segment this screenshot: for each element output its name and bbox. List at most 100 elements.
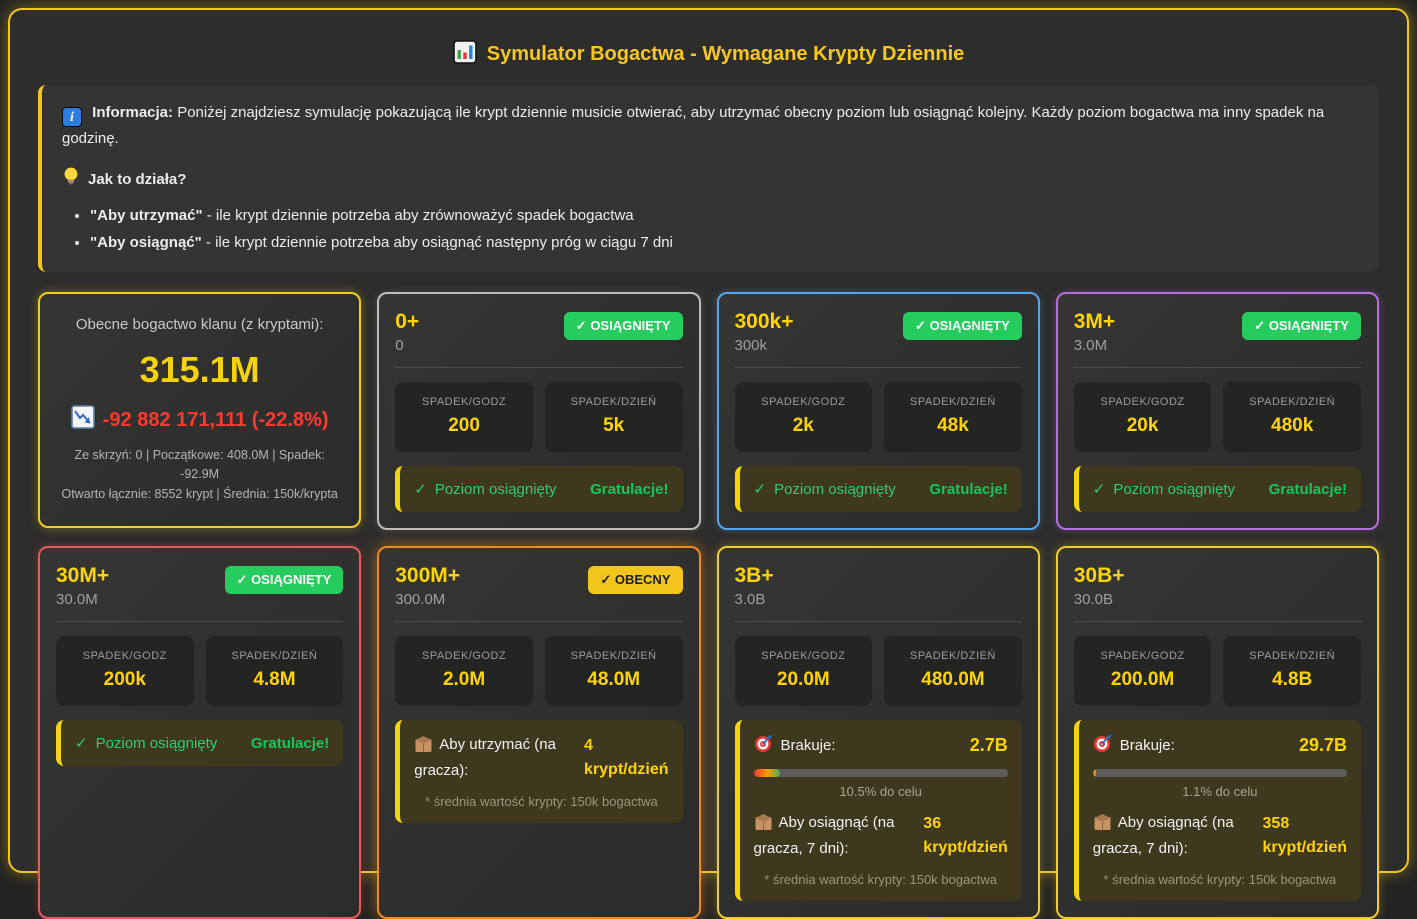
missing-value: 2.7B — [970, 735, 1008, 756]
check-icon: ✓ — [237, 572, 248, 587]
card-threshold: 30.0M — [56, 591, 109, 608]
how-it-works-list: "Aby utrzymać" - ile krypt dziennie potr… — [90, 204, 1359, 255]
achieve-label: Aby osiągnąć (na gracza, 7 dni): — [1093, 814, 1234, 857]
card-threshold: 0 — [395, 337, 419, 354]
card-threshold: 300.0M — [395, 591, 460, 608]
card-threshold: 3.0M — [1074, 337, 1115, 354]
maintain-label: Aby utrzymać (na gracza): — [414, 736, 556, 779]
divider — [1074, 367, 1361, 368]
note-text: * średnia wartość krypty: 150k bogactwa — [414, 794, 668, 809]
status-badge: ✓ OBECNY — [588, 566, 682, 594]
target-icon — [754, 734, 773, 757]
achieved-text: Poziom osiągnięty — [774, 481, 896, 498]
divider — [395, 621, 682, 622]
wealth-label: Obecne bogactwo klanu (z kryptami): — [54, 316, 345, 333]
stat-value: 2.0M — [401, 669, 527, 691]
missing-label-row: Brakuje: — [754, 734, 836, 757]
stat-label: SPADEK/GODZ — [741, 396, 867, 408]
cards-grid: Obecne bogactwo klanu (z kryptami): 315.… — [38, 292, 1379, 919]
achieved-box: ✓Poziom osiągnięty Gratulacje! — [1074, 466, 1361, 512]
wealth-detail-1: Ze skrzyń: 0 | Początkowe: 408.0M | Spad… — [54, 446, 345, 485]
achieved-box: ✓Poziom osiągnięty Gratulacje! — [395, 466, 682, 512]
target-icon — [1093, 734, 1112, 757]
info-icon: i — [62, 107, 82, 127]
bulb-icon — [62, 166, 80, 193]
wealth-change-row: -92 882 171,111 (-22.8%) — [54, 405, 345, 435]
achieve-value: 36 krypt/dzień — [923, 812, 1007, 860]
check-icon: ✓ — [1093, 480, 1106, 498]
stat-value: 200.0M — [1080, 669, 1206, 691]
stat-value: 200k — [62, 669, 188, 691]
missing-label: Brakuje: — [1120, 737, 1175, 754]
bar-chart-icon — [453, 40, 477, 69]
stat-label: SPADEK/GODZ — [401, 650, 527, 662]
stat-label: SPADEK/DZIEŃ — [1229, 650, 1355, 662]
achieve-value: 358 krypt/dzień — [1263, 812, 1347, 860]
chart-decreasing-icon — [71, 405, 95, 435]
level-card-3b: 3B+ 3.0B SPADEK/GODZ 20.0M SPADEK/DZIEŃ … — [717, 546, 1040, 919]
divider — [1074, 621, 1361, 622]
bullet-item: "Aby utrzymać" - ile krypt dziennie potr… — [90, 204, 1359, 227]
level-card-300m-current: 300M+ 300.0M ✓ OBECNY SPADEK/GODZ 2.0M S… — [377, 546, 700, 919]
stat-drop-hour: SPADEK/GODZ 2k — [735, 382, 873, 452]
note-text: * średnia wartość krypty: 150k bogactwa — [1093, 872, 1347, 887]
page-title: Symulator Bogactwa - Wymagane Krypty Dzi… — [487, 43, 965, 66]
stat-drop-hour: SPADEK/GODZ 2.0M — [395, 636, 533, 706]
divider — [395, 367, 682, 368]
stat-value: 200 — [401, 415, 527, 437]
stat-value: 480k — [1229, 415, 1355, 437]
progress-box: Brakuje: 29.7B 1.1% do celu Aby osiągnąć… — [1074, 720, 1361, 901]
stat-value: 20.0M — [741, 669, 867, 691]
stat-drop-hour: SPADEK/GODZ 20.0M — [735, 636, 873, 706]
achieved-box: ✓Poziom osiągnięty Gratulacje! — [735, 466, 1022, 512]
status-badge: ✓ OSIĄGNIĘTY — [225, 566, 344, 594]
maintain-value: 4 krypt/dzień — [584, 734, 668, 782]
level-card-300k: 300k+ 300k ✓ OSIĄGNIĘTY SPADEK/GODZ 2k S… — [717, 292, 1040, 530]
stat-drop-day: SPADEK/DZIEŃ 5k — [545, 382, 683, 452]
package-icon — [754, 813, 773, 838]
bullet-desc: - ile krypt dziennie potrzeba aby zrówno… — [203, 207, 634, 224]
stat-value: 4.8B — [1229, 669, 1355, 691]
wealth-value: 315.1M — [54, 349, 345, 391]
stat-drop-day: SPADEK/DZIEŃ 48k — [884, 382, 1022, 452]
progress-box: Brakuje: 2.7B 10.5% do celu Aby osiągnąć… — [735, 720, 1022, 901]
stat-value: 480.0M — [890, 669, 1016, 691]
status-badge: ✓ OSIĄGNIĘTY — [564, 312, 683, 340]
congrats-text: Gratulacje! — [929, 481, 1007, 498]
card-title: 300M+ — [395, 564, 460, 588]
wealth-detail-2: Otwarto łącznie: 8552 krypt | Średnia: 1… — [54, 485, 345, 504]
progress-track — [754, 769, 1008, 777]
stat-label: SPADEK/GODZ — [401, 396, 527, 408]
congrats-text: Gratulacje! — [590, 481, 668, 498]
note-text: * średnia wartość krypty: 150k bogactwa — [754, 872, 1008, 887]
stat-drop-day: SPADEK/DZIEŃ 48.0M — [545, 636, 683, 706]
check-icon: ✓ — [600, 572, 611, 587]
congrats-text: Gratulacje! — [251, 735, 329, 752]
wealth-details: Ze skrzyń: 0 | Początkowe: 408.0M | Spad… — [54, 446, 345, 504]
achieve-label-row: Aby osiągnąć (na gracza, 7 dni): — [1093, 812, 1253, 860]
card-title: 30M+ — [56, 564, 109, 588]
package-icon — [414, 735, 433, 760]
card-threshold: 30.0B — [1074, 591, 1125, 608]
stat-label: SPADEK/GODZ — [741, 650, 867, 662]
progress-text: 10.5% do celu — [754, 784, 1008, 799]
stat-label: SPADEK/DZIEŃ — [551, 650, 677, 662]
card-title: 30B+ — [1074, 564, 1125, 588]
maintain-box: Aby utrzymać (na gracza): 4 krypt/dzień … — [395, 720, 682, 823]
progress-track — [1093, 769, 1347, 777]
package-icon — [1093, 813, 1112, 838]
level-card-30b: 30B+ 30.0B SPADEK/GODZ 200.0M SPADEK/DZI… — [1056, 546, 1379, 919]
stat-drop-day: SPADEK/DZIEŃ 480.0M — [884, 636, 1022, 706]
current-wealth-card: Obecne bogactwo klanu (z kryptami): 315.… — [38, 292, 361, 528]
stat-label: SPADEK/DZIEŃ — [551, 396, 677, 408]
card-title: 0+ — [395, 310, 419, 334]
info-text: Poniżej znajdziesz symulację pokazującą … — [62, 104, 1324, 147]
stat-label: SPADEK/GODZ — [62, 650, 188, 662]
check-icon: ✓ — [576, 318, 587, 333]
wealth-change: -92 882 171,111 (-22.8%) — [103, 409, 329, 432]
divider — [735, 367, 1022, 368]
stat-value: 5k — [551, 415, 677, 437]
stat-value: 20k — [1080, 415, 1206, 437]
stat-drop-day: SPADEK/DZIEŃ 4.8M — [206, 636, 344, 706]
bullet-item: "Aby osiągnąć" - ile krypt dziennie potr… — [90, 231, 1359, 254]
